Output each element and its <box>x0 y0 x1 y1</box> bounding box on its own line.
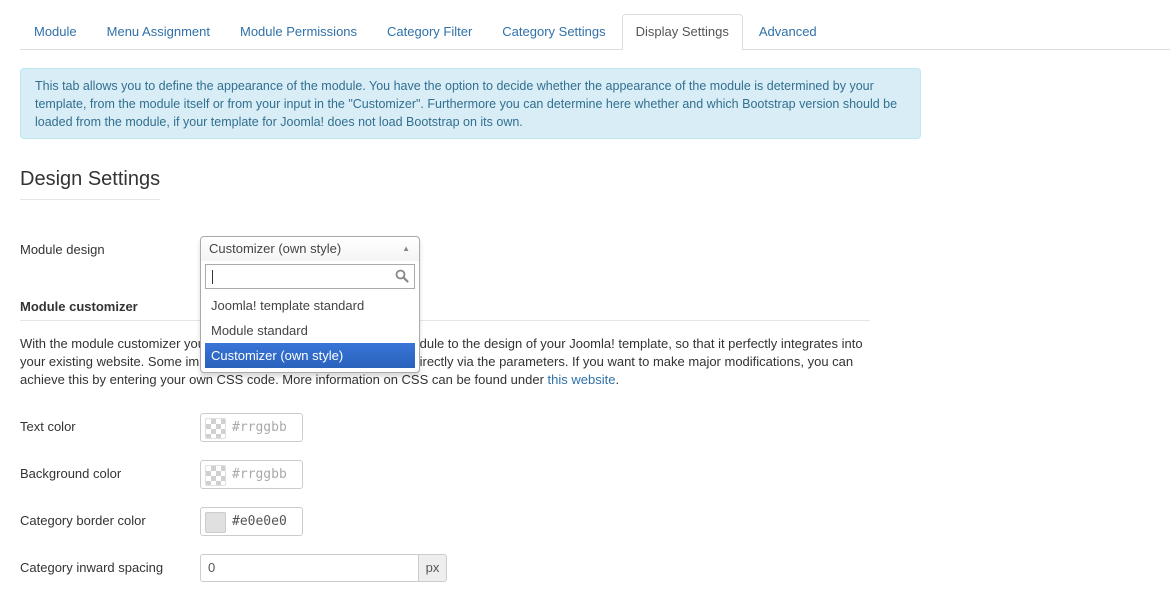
tab-menu-assignment[interactable]: Menu Assignment <box>93 14 224 49</box>
background-color-label: Background color <box>20 466 122 481</box>
tab-advanced[interactable]: Advanced <box>745 14 831 49</box>
color-swatch-icon[interactable] <box>205 512 226 533</box>
category-inward-spacing-field: 0 px <box>200 554 447 582</box>
chevron-up-icon: ▲ <box>402 244 410 253</box>
customizer-description-end: . <box>615 372 620 387</box>
text-color-label: Text color <box>20 419 76 434</box>
option-joomla-template-standard[interactable]: Joomla! template standard <box>205 293 415 318</box>
section-title-design-settings: Design Settings <box>20 168 161 200</box>
text-color-input[interactable]: #rrggbb <box>200 413 303 442</box>
tab-module-permissions[interactable]: Module Permissions <box>226 14 371 49</box>
transparent-swatch-icon[interactable] <box>205 465 226 486</box>
category-inward-spacing-input[interactable]: 0 <box>200 554 419 582</box>
background-color-placeholder: #rrggbb <box>232 467 287 482</box>
tab-bar: Module Menu Assignment Module Permission… <box>20 14 1170 50</box>
subsection-title-module-customizer: Module customizer <box>20 299 870 321</box>
customizer-description: With the module customizer you can adjus… <box>20 335 880 389</box>
text-color-placeholder: #rrggbb <box>232 420 287 435</box>
category-border-color-value: #e0e0e0 <box>232 514 287 529</box>
info-alert: This tab allows you to define the appear… <box>20 68 921 139</box>
tab-module[interactable]: Module <box>20 14 91 49</box>
category-border-color-label: Category border color <box>20 513 146 528</box>
module-design-selected-value: Customizer (own style) <box>209 241 342 256</box>
module-design-options: Joomla! template standard Module standar… <box>205 293 415 368</box>
option-module-standard[interactable]: Module standard <box>205 318 415 343</box>
customizer-description-text: With the module customizer you can adjus… <box>20 336 863 387</box>
tab-display-settings[interactable]: Display Settings <box>621 14 743 50</box>
unit-addon: px <box>419 554 447 582</box>
search-icon <box>395 269 409 283</box>
tab-category-filter[interactable]: Category Filter <box>373 14 486 49</box>
text-cursor <box>212 270 213 284</box>
category-inward-spacing-label: Category inward spacing <box>20 560 164 575</box>
transparent-swatch-icon[interactable] <box>205 418 226 439</box>
page: Module Menu Assignment Module Permission… <box>0 0 1170 594</box>
tab-category-settings[interactable]: Category Settings <box>488 14 619 49</box>
option-customizer-own-style[interactable]: Customizer (own style) <box>205 343 415 368</box>
background-color-input[interactable]: #rrggbb <box>200 460 303 489</box>
module-design-label: Module design <box>20 242 105 257</box>
module-design-current[interactable]: Customizer (own style) ▲ <box>201 237 419 261</box>
this-website-link[interactable]: this website <box>548 372 616 387</box>
category-border-color-input[interactable]: #e0e0e0 <box>200 507 303 536</box>
module-design-select[interactable]: Customizer (own style) ▲ Joomla! templat… <box>200 236 420 373</box>
module-design-search-input[interactable] <box>205 264 415 289</box>
